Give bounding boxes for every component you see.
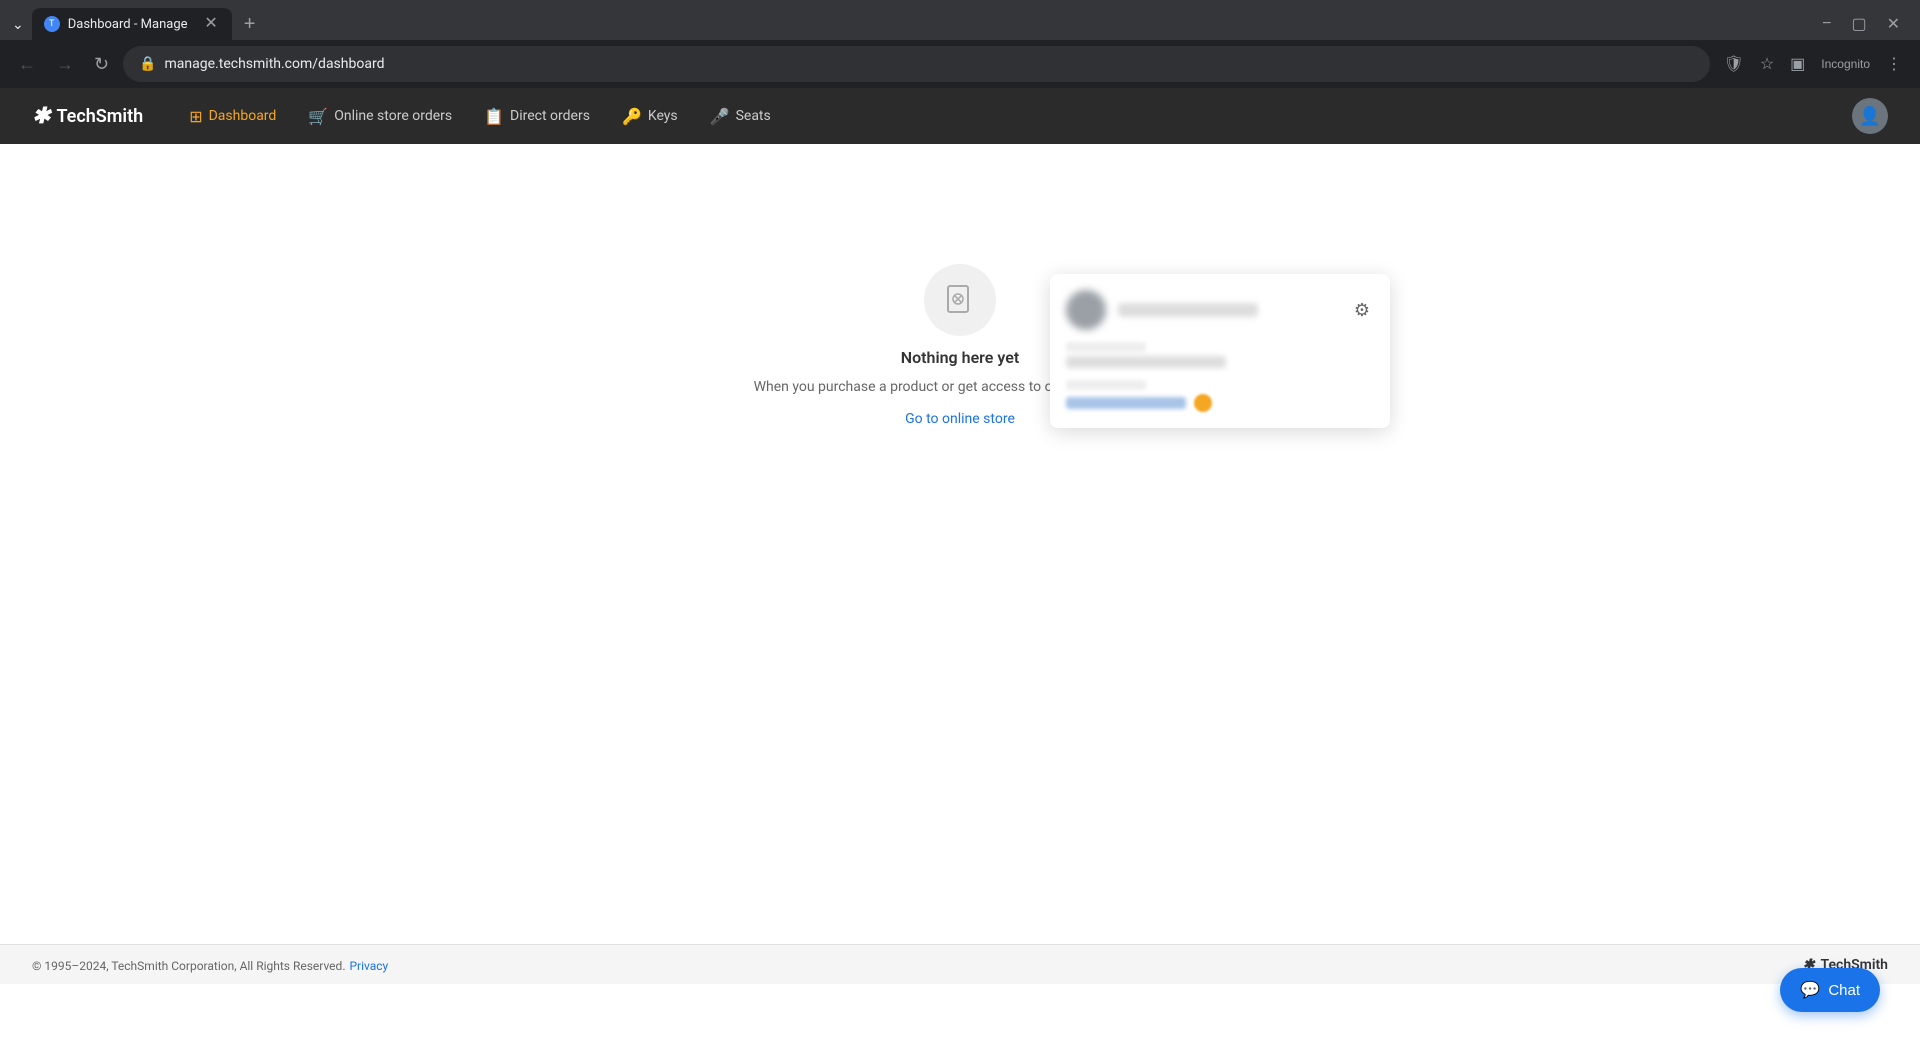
nav-item-keys-label: Keys xyxy=(648,108,678,124)
new-tab-button[interactable]: + xyxy=(236,9,264,40)
browser-chrome: ⌄ T Dashboard - Manage ✕ + − ▢ ✕ ← → ↻ 🔒… xyxy=(0,0,1920,88)
plan-value-row xyxy=(1066,394,1374,412)
browser-nav-bar: ← → ↻ 🔒 manage.techsmith.com/dashboard 🛡… xyxy=(0,40,1920,88)
user-dropdown-avatar xyxy=(1066,290,1106,330)
go-to-online-store-link[interactable]: Go to online store xyxy=(905,411,1015,427)
user-settings-button[interactable]: ⚙ xyxy=(1350,296,1374,325)
direct-orders-icon: 📋 xyxy=(484,107,504,126)
main-nav: ⊞ Dashboard 🛒 Online store orders 📋 Dire… xyxy=(175,99,1852,134)
close-window-button[interactable]: ✕ xyxy=(1879,10,1908,38)
user-dropdown-header: ⚙ xyxy=(1066,290,1374,330)
plan-badge xyxy=(1194,394,1212,412)
nav-item-keys[interactable]: 🔑 Keys xyxy=(608,99,692,134)
nav-item-seats[interactable]: 🎤 Seats xyxy=(696,99,785,134)
maximize-button[interactable]: ▢ xyxy=(1843,10,1874,38)
header-right: 👤 xyxy=(1852,98,1888,134)
email-value xyxy=(1066,356,1226,368)
minimize-button[interactable]: − xyxy=(1814,10,1839,38)
logo-area: ✱ TechSmith xyxy=(32,104,143,129)
user-dropdown-name-area xyxy=(1118,303,1350,317)
nav-item-online-store-label: Online store orders xyxy=(334,108,452,124)
footer-copyright-area: © 1995–2024, TechSmith Corporation, All … xyxy=(32,955,388,974)
dashboard-icon: ⊞ xyxy=(189,107,202,126)
main-content: Nothing here yet When you purchase a pro… xyxy=(0,144,1920,944)
footer-privacy-link[interactable]: Privacy xyxy=(349,959,388,973)
empty-state-title: Nothing here yet xyxy=(901,348,1019,367)
seats-icon: 🎤 xyxy=(710,107,730,126)
nav-item-online-store-orders[interactable]: 🛒 Online store orders xyxy=(294,99,466,134)
user-plan-row xyxy=(1066,380,1374,412)
nav-item-direct-orders[interactable]: 📋 Direct orders xyxy=(470,99,604,134)
reload-button[interactable]: ↻ xyxy=(88,48,115,81)
no-products-svg xyxy=(942,282,978,318)
gear-icon: ⚙ xyxy=(1354,300,1370,320)
app-footer: © 1995–2024, TechSmith Corporation, All … xyxy=(0,944,1920,984)
user-avatar-button[interactable]: 👤 xyxy=(1852,98,1888,134)
address-text: manage.techsmith.com/dashboard xyxy=(165,56,1694,72)
user-dropdown-popup: ⚙ xyxy=(1050,274,1390,428)
bookmark-button[interactable]: ☆ xyxy=(1754,48,1780,80)
address-bar[interactable]: 🔒 manage.techsmith.com/dashboard xyxy=(123,46,1709,82)
keys-icon: 🔑 xyxy=(622,107,642,126)
nav-item-seats-label: Seats xyxy=(736,108,771,124)
user-display-name xyxy=(1118,303,1258,317)
empty-state-icon xyxy=(924,264,996,336)
email-label xyxy=(1066,342,1146,352)
nav-item-direct-orders-label: Direct orders xyxy=(510,108,590,124)
sidebar-button[interactable]: ▣ xyxy=(1784,48,1811,80)
forward-button[interactable]: → xyxy=(50,48,80,81)
tab-dropdown-button[interactable]: ⌄ xyxy=(8,12,28,37)
menu-button[interactable]: ⋮ xyxy=(1880,48,1908,80)
nav-item-dashboard-label: Dashboard xyxy=(209,108,277,124)
chat-icon: 💬 xyxy=(1800,980,1820,1000)
chat-button[interactable]: 💬 Chat xyxy=(1780,968,1880,1012)
user-avatar-icon: 👤 xyxy=(1859,106,1881,127)
tracking-protection-button[interactable]: 🛡 xyxy=(1718,48,1750,80)
plan-label xyxy=(1066,380,1146,390)
logo-name: TechSmith xyxy=(56,106,143,127)
plan-value xyxy=(1066,397,1186,409)
footer-copyright-text: © 1995–2024, TechSmith Corporation, All … xyxy=(32,959,345,973)
tab-close-button[interactable]: ✕ xyxy=(202,14,219,34)
tab-favicon: T xyxy=(44,16,60,32)
browser-nav-right: 🛡 ☆ ▣ Incognito ⋮ xyxy=(1718,48,1908,80)
tab-bar: ⌄ T Dashboard - Manage ✕ + − ▢ ✕ xyxy=(0,0,1920,40)
profile-button[interactable]: Incognito xyxy=(1815,49,1876,79)
back-button[interactable]: ← xyxy=(12,48,42,81)
lock-icon: 🔒 xyxy=(139,56,156,72)
logo-mark: ✱ xyxy=(32,104,50,129)
nav-item-dashboard[interactable]: ⊞ Dashboard xyxy=(175,99,290,134)
window-controls: − ▢ ✕ xyxy=(1814,10,1920,38)
app-header: ✱ TechSmith ⊞ Dashboard 🛒 Online store o… xyxy=(0,88,1920,144)
chat-label: Chat xyxy=(1828,982,1860,999)
tab-title: Dashboard - Manage xyxy=(68,17,195,32)
active-tab[interactable]: T Dashboard - Manage ✕ xyxy=(32,8,232,40)
app-wrapper: ✱ TechSmith ⊞ Dashboard 🛒 Online store o… xyxy=(0,88,1920,1042)
user-email-row xyxy=(1066,342,1374,368)
online-store-icon: 🛒 xyxy=(308,107,328,126)
